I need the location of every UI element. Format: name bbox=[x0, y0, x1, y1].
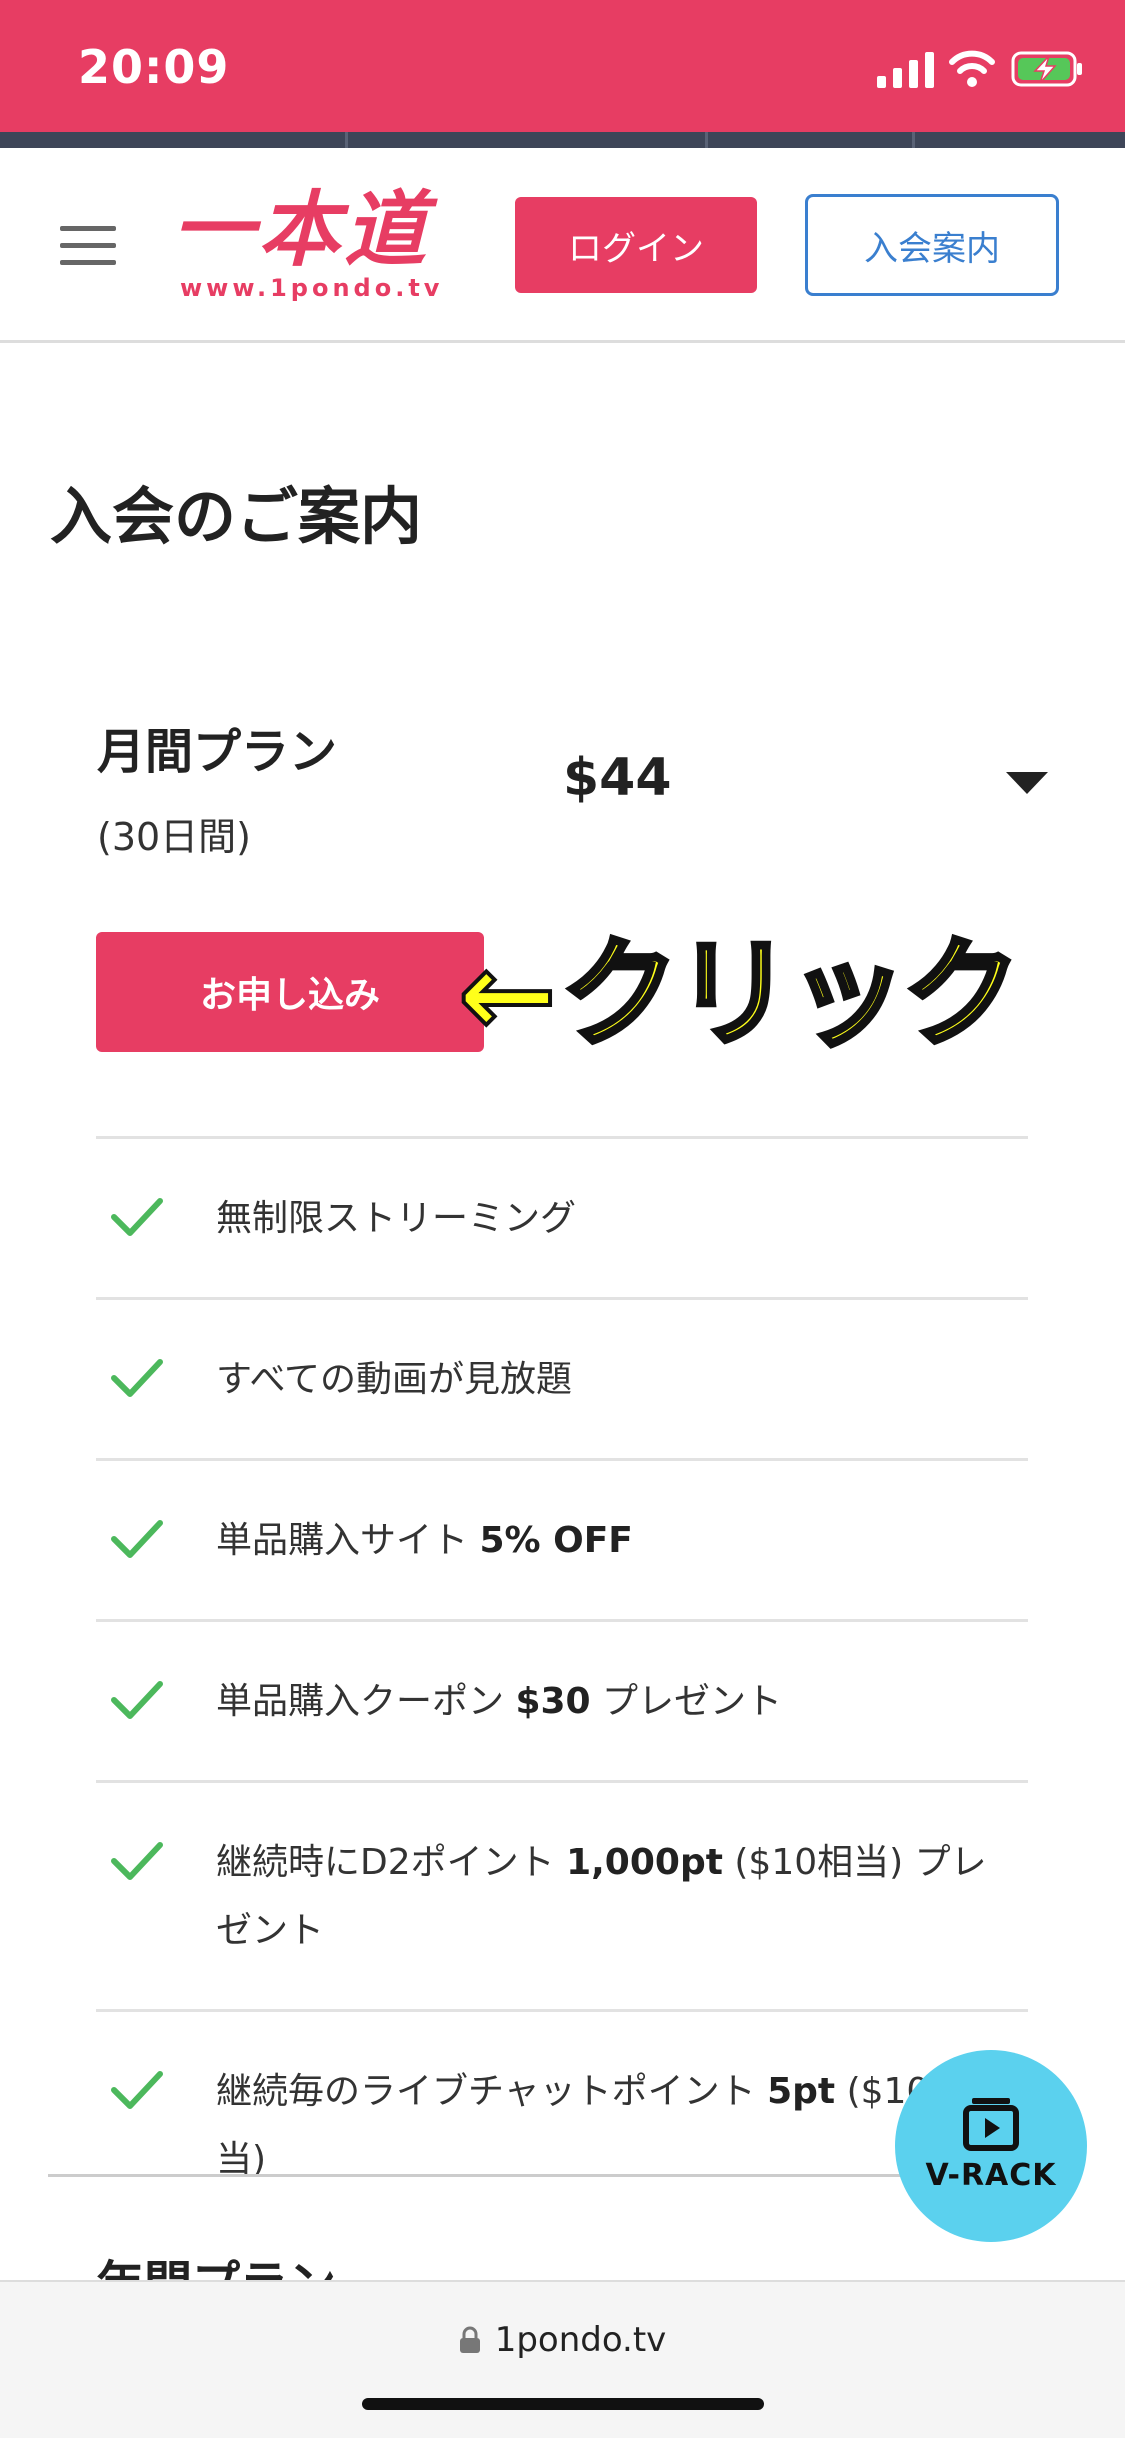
check-icon bbox=[111, 1359, 163, 1397]
plan-name: 月間プラン bbox=[97, 724, 338, 780]
browser-address-bar[interactable]: 1pondo.tv bbox=[0, 2280, 1125, 2438]
feature-highlight: 5% OFF bbox=[479, 1520, 633, 1561]
status-time: 20:09 bbox=[78, 40, 230, 94]
feature-text: すべての動画が見放題 bbox=[216, 1359, 573, 1400]
click-annotation: ← クリック bbox=[456, 924, 1023, 1064]
check-icon bbox=[111, 1681, 163, 1719]
url-display[interactable]: 1pondo.tv bbox=[0, 2320, 1125, 2360]
v-rack-button[interactable]: V-RACK bbox=[895, 2050, 1087, 2242]
feature-text: 継続時にD2ポイント bbox=[216, 1842, 567, 1883]
feature-item: 単品購入サイト 5% OFF bbox=[96, 1458, 1028, 1619]
cellular-signal-icon bbox=[877, 52, 934, 88]
chevron-down-icon[interactable] bbox=[1006, 772, 1048, 794]
check-icon bbox=[111, 1520, 163, 1558]
url-text: 1pondo.tv bbox=[494, 2320, 667, 2360]
annotation-text: クリック bbox=[558, 925, 1023, 1063]
feature-text-suffix: プレゼント bbox=[590, 1681, 783, 1722]
site-logo[interactable]: 一本道 www.1pondo.tv bbox=[172, 183, 472, 303]
section-divider bbox=[48, 2174, 1028, 2177]
status-bar: 20:09 bbox=[0, 0, 1125, 132]
lock-icon bbox=[459, 2326, 480, 2353]
plan-price: $44 bbox=[563, 748, 672, 808]
check-icon bbox=[111, 1198, 163, 1236]
hamburger-menu-icon[interactable] bbox=[60, 226, 116, 266]
battery-charging-icon bbox=[1011, 51, 1082, 87]
feature-item: 継続毎のライブチャットポイント 5pt ($10相当) bbox=[96, 2009, 1028, 2238]
feature-highlight: 5pt bbox=[767, 2071, 836, 2112]
logo-url: www.1pondo.tv bbox=[180, 274, 444, 302]
feature-item: 単品購入クーポン $30 プレゼント bbox=[96, 1619, 1028, 1780]
feature-text: 単品購入サイト bbox=[216, 1520, 480, 1561]
page-title: 入会のご案内 bbox=[50, 480, 423, 553]
annotation-arrow: ← bbox=[456, 925, 559, 1063]
feature-text: 単品購入クーポン bbox=[216, 1681, 516, 1722]
fab-label: V-RACK bbox=[925, 2157, 1057, 2193]
feature-text: 継続毎のライブチャットポイント bbox=[216, 2071, 768, 2112]
apply-button[interactable]: お申し込み bbox=[96, 932, 484, 1052]
plan-duration: (30日間) bbox=[97, 815, 252, 859]
home-indicator[interactable] bbox=[362, 2398, 764, 2410]
feature-item: すべての動画が見放題 bbox=[96, 1297, 1028, 1458]
wifi-icon bbox=[949, 50, 995, 87]
feature-item: 無制限ストリーミング bbox=[96, 1136, 1028, 1297]
feature-item: 継続時にD2ポイント 1,000pt ($10相当) プレゼント bbox=[96, 1780, 1028, 2009]
feature-list: 無制限ストリーミング すべての動画が見放題 単品購入サイト 5% OFF 単品購… bbox=[96, 1136, 1028, 2238]
feature-text: 無制限ストリーミング bbox=[216, 1198, 577, 1239]
logo-text: 一本道 bbox=[172, 183, 430, 278]
check-icon bbox=[111, 1842, 163, 1880]
membership-info-button[interactable]: 入会案内 bbox=[805, 194, 1059, 296]
login-button[interactable]: ログイン bbox=[515, 197, 757, 293]
feature-highlight: $30 bbox=[515, 1681, 591, 1722]
video-play-icon bbox=[963, 2097, 1019, 2151]
browser-tab-strip bbox=[0, 132, 1125, 148]
check-icon bbox=[111, 2071, 163, 2109]
site-header: 一本道 www.1pondo.tv ログイン 入会案内 bbox=[0, 148, 1125, 343]
feature-highlight: 1,000pt bbox=[566, 1842, 723, 1883]
